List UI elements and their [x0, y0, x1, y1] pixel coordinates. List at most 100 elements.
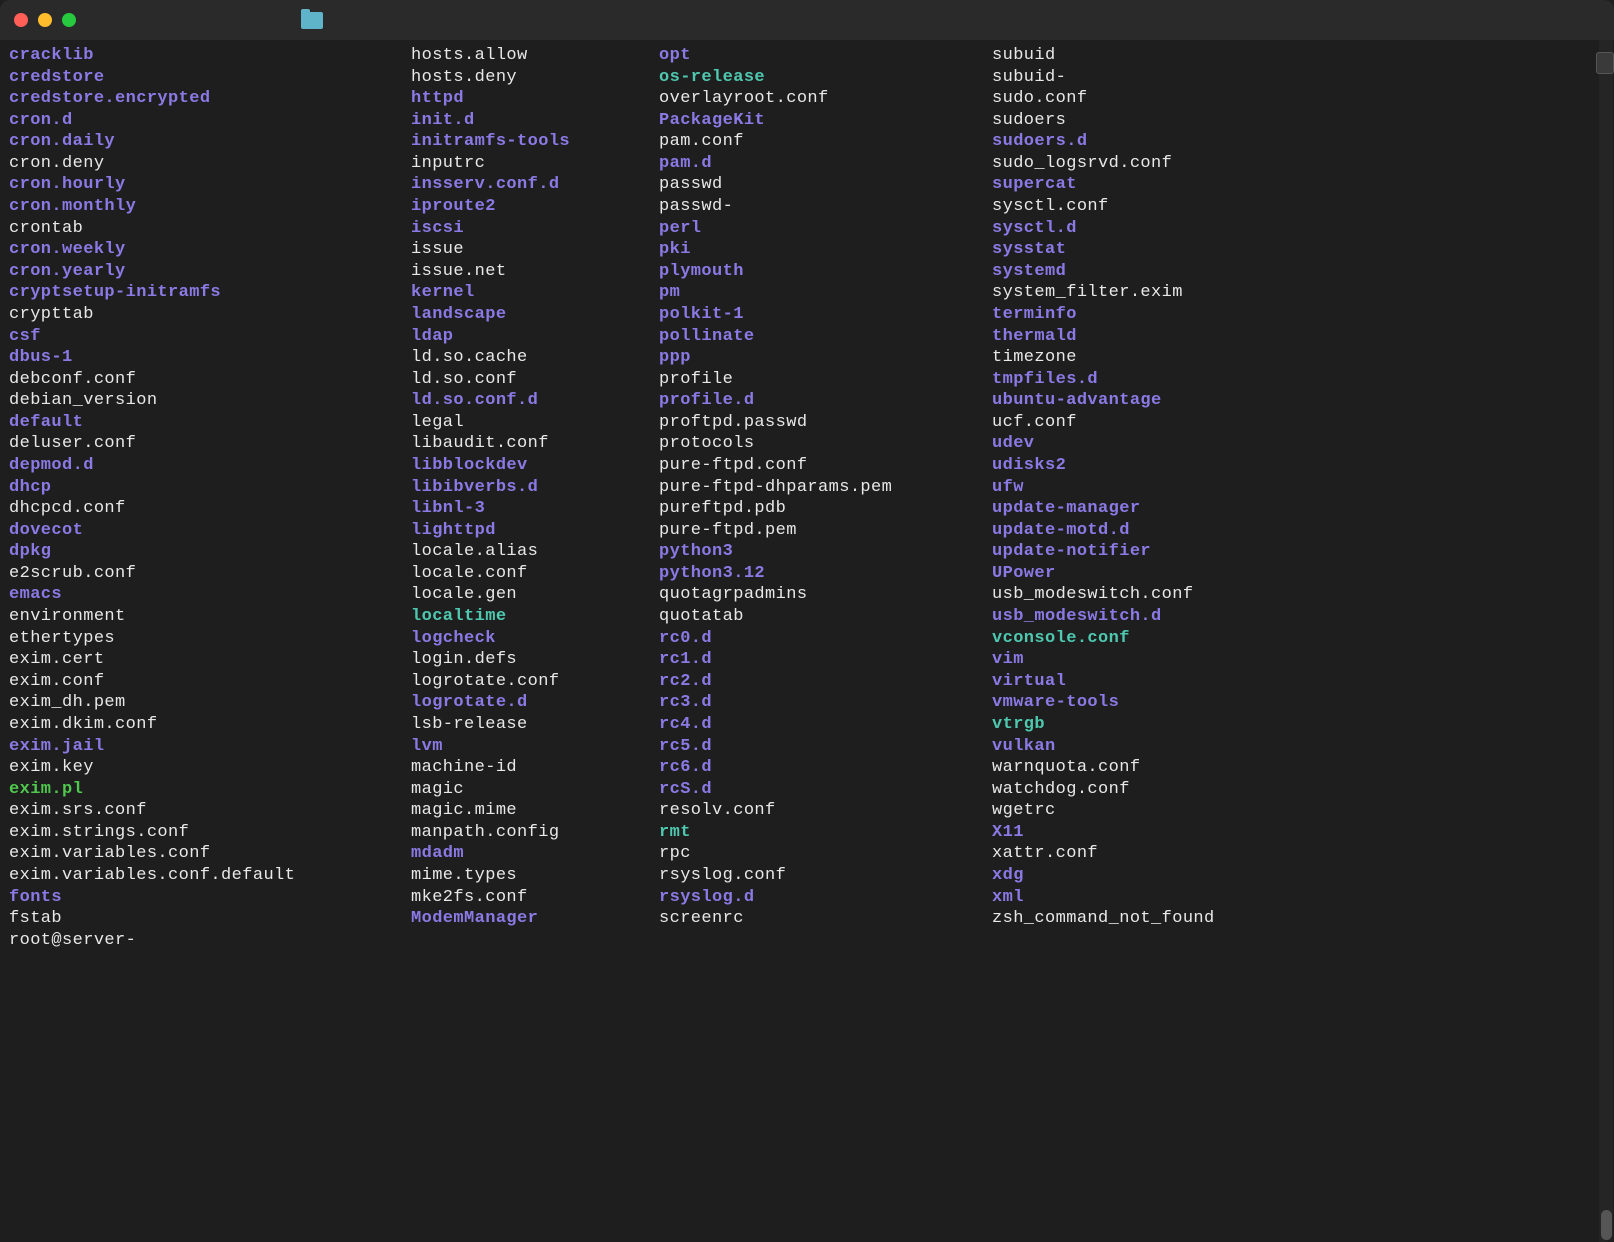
ls-entry: default	[9, 412, 411, 434]
ls-entry: thermald	[992, 326, 1302, 348]
ls-entry: sysctl.conf	[992, 196, 1302, 218]
ls-entry: subuid-	[992, 67, 1302, 89]
ls-entry: ucf.conf	[992, 412, 1302, 434]
ls-entry: subuid	[992, 45, 1302, 67]
ls-entry: usb_modeswitch.conf	[992, 584, 1302, 606]
side-tab-icon[interactable]	[1596, 52, 1614, 74]
ls-entry: ld.so.conf.d	[411, 390, 659, 412]
ls-entry: cron.deny	[9, 153, 411, 175]
ls-entry: polkit-1	[659, 304, 992, 326]
ls-column-2: optos-releaseoverlayroot.confPackageKitp…	[659, 45, 992, 930]
ls-entry: dpkg	[9, 541, 411, 563]
ls-entry: X11	[992, 822, 1302, 844]
ls-entry: rpc	[659, 843, 992, 865]
ls-entry: rc0.d	[659, 628, 992, 650]
traffic-lights	[14, 13, 76, 27]
ls-entry: quotagrpadmins	[659, 584, 992, 606]
close-button[interactable]	[14, 13, 28, 27]
ls-column-3: subuidsubuid-sudo.confsudoerssudoers.dsu…	[992, 45, 1302, 930]
ls-output-columns: cracklibcredstorecredstore.encryptedcron…	[9, 45, 1605, 930]
ls-entry: locale.gen	[411, 584, 659, 606]
ls-entry: lighttpd	[411, 520, 659, 542]
scrollbar-thumb[interactable]	[1601, 1210, 1612, 1240]
ls-entry: rc3.d	[659, 692, 992, 714]
ls-entry: magic	[411, 779, 659, 801]
ls-entry: sudoers	[992, 110, 1302, 132]
ls-entry: landscape	[411, 304, 659, 326]
ls-entry: udisks2	[992, 455, 1302, 477]
ls-entry: libnl-3	[411, 498, 659, 520]
ls-entry: sudo_logsrvd.conf	[992, 153, 1302, 175]
ls-entry: xml	[992, 887, 1302, 909]
ls-entry: ufw	[992, 477, 1302, 499]
ls-entry: iscsi	[411, 218, 659, 240]
ls-entry: update-notifier	[992, 541, 1302, 563]
ls-entry: login.defs	[411, 649, 659, 671]
minimize-button[interactable]	[38, 13, 52, 27]
ls-entry: rc4.d	[659, 714, 992, 736]
ls-entry: dovecot	[9, 520, 411, 542]
ls-entry: logcheck	[411, 628, 659, 650]
ls-entry: screenrc	[659, 908, 992, 930]
ls-entry: exim.cert	[9, 649, 411, 671]
ls-entry: rc1.d	[659, 649, 992, 671]
ls-entry: ld.so.cache	[411, 347, 659, 369]
ls-entry: update-motd.d	[992, 520, 1302, 542]
ls-column-1: hosts.allowhosts.denyhttpdinit.dinitramf…	[411, 45, 659, 930]
shell-prompt[interactable]: root@server-	[9, 930, 1605, 952]
ls-entry: xdg	[992, 865, 1302, 887]
ls-entry: exim.key	[9, 757, 411, 779]
ls-entry: pureftpd.pdb	[659, 498, 992, 520]
ls-entry: manpath.config	[411, 822, 659, 844]
ls-entry: libibverbs.d	[411, 477, 659, 499]
ls-entry: cron.daily	[9, 131, 411, 153]
ls-entry: exim.conf	[9, 671, 411, 693]
ls-entry: dbus-1	[9, 347, 411, 369]
ls-entry: ethertypes	[9, 628, 411, 650]
ls-entry: rc5.d	[659, 736, 992, 758]
ls-entry: logrotate.conf	[411, 671, 659, 693]
ls-entry: vulkan	[992, 736, 1302, 758]
ls-entry: sysctl.d	[992, 218, 1302, 240]
scrollbar-track[interactable]	[1599, 40, 1613, 1242]
ls-entry: resolv.conf	[659, 800, 992, 822]
ls-entry: init.d	[411, 110, 659, 132]
ls-entry: dhcp	[9, 477, 411, 499]
ls-entry: zsh_command_not_found	[992, 908, 1302, 930]
ls-entry: cryptsetup-initramfs	[9, 282, 411, 304]
ls-entry: pure-ftpd-dhparams.pem	[659, 477, 992, 499]
ls-entry: mke2fs.conf	[411, 887, 659, 909]
ls-entry: inputrc	[411, 153, 659, 175]
ls-entry: usb_modeswitch.d	[992, 606, 1302, 628]
maximize-button[interactable]	[62, 13, 76, 27]
ls-entry: libaudit.conf	[411, 433, 659, 455]
ls-entry: csf	[9, 326, 411, 348]
ls-entry: profile	[659, 369, 992, 391]
terminal-output[interactable]: cracklibcredstorecredstore.encryptedcron…	[0, 40, 1614, 1242]
ls-entry: rsyslog.conf	[659, 865, 992, 887]
ls-entry: exim.jail	[9, 736, 411, 758]
ls-entry: cron.weekly	[9, 239, 411, 261]
ls-entry: pki	[659, 239, 992, 261]
ls-entry: mdadm	[411, 843, 659, 865]
ls-entry: rsyslog.d	[659, 887, 992, 909]
ls-entry: sudoers.d	[992, 131, 1302, 153]
ls-entry: pure-ftpd.pem	[659, 520, 992, 542]
ls-entry: systemd	[992, 261, 1302, 283]
ls-entry: proftpd.passwd	[659, 412, 992, 434]
ls-entry: opt	[659, 45, 992, 67]
ls-entry: exim.variables.conf	[9, 843, 411, 865]
ls-entry: initramfs-tools	[411, 131, 659, 153]
ls-entry: pure-ftpd.conf	[659, 455, 992, 477]
ls-entry: quotatab	[659, 606, 992, 628]
ls-entry: exim_dh.pem	[9, 692, 411, 714]
ls-entry: mime.types	[411, 865, 659, 887]
ls-entry: hosts.allow	[411, 45, 659, 67]
ls-entry: credstore	[9, 67, 411, 89]
ls-entry: issue	[411, 239, 659, 261]
terminal-window: cracklibcredstorecredstore.encryptedcron…	[0, 0, 1614, 1242]
ls-entry: environment	[9, 606, 411, 628]
ls-entry: vconsole.conf	[992, 628, 1302, 650]
ls-entry: wgetrc	[992, 800, 1302, 822]
ls-entry: plymouth	[659, 261, 992, 283]
